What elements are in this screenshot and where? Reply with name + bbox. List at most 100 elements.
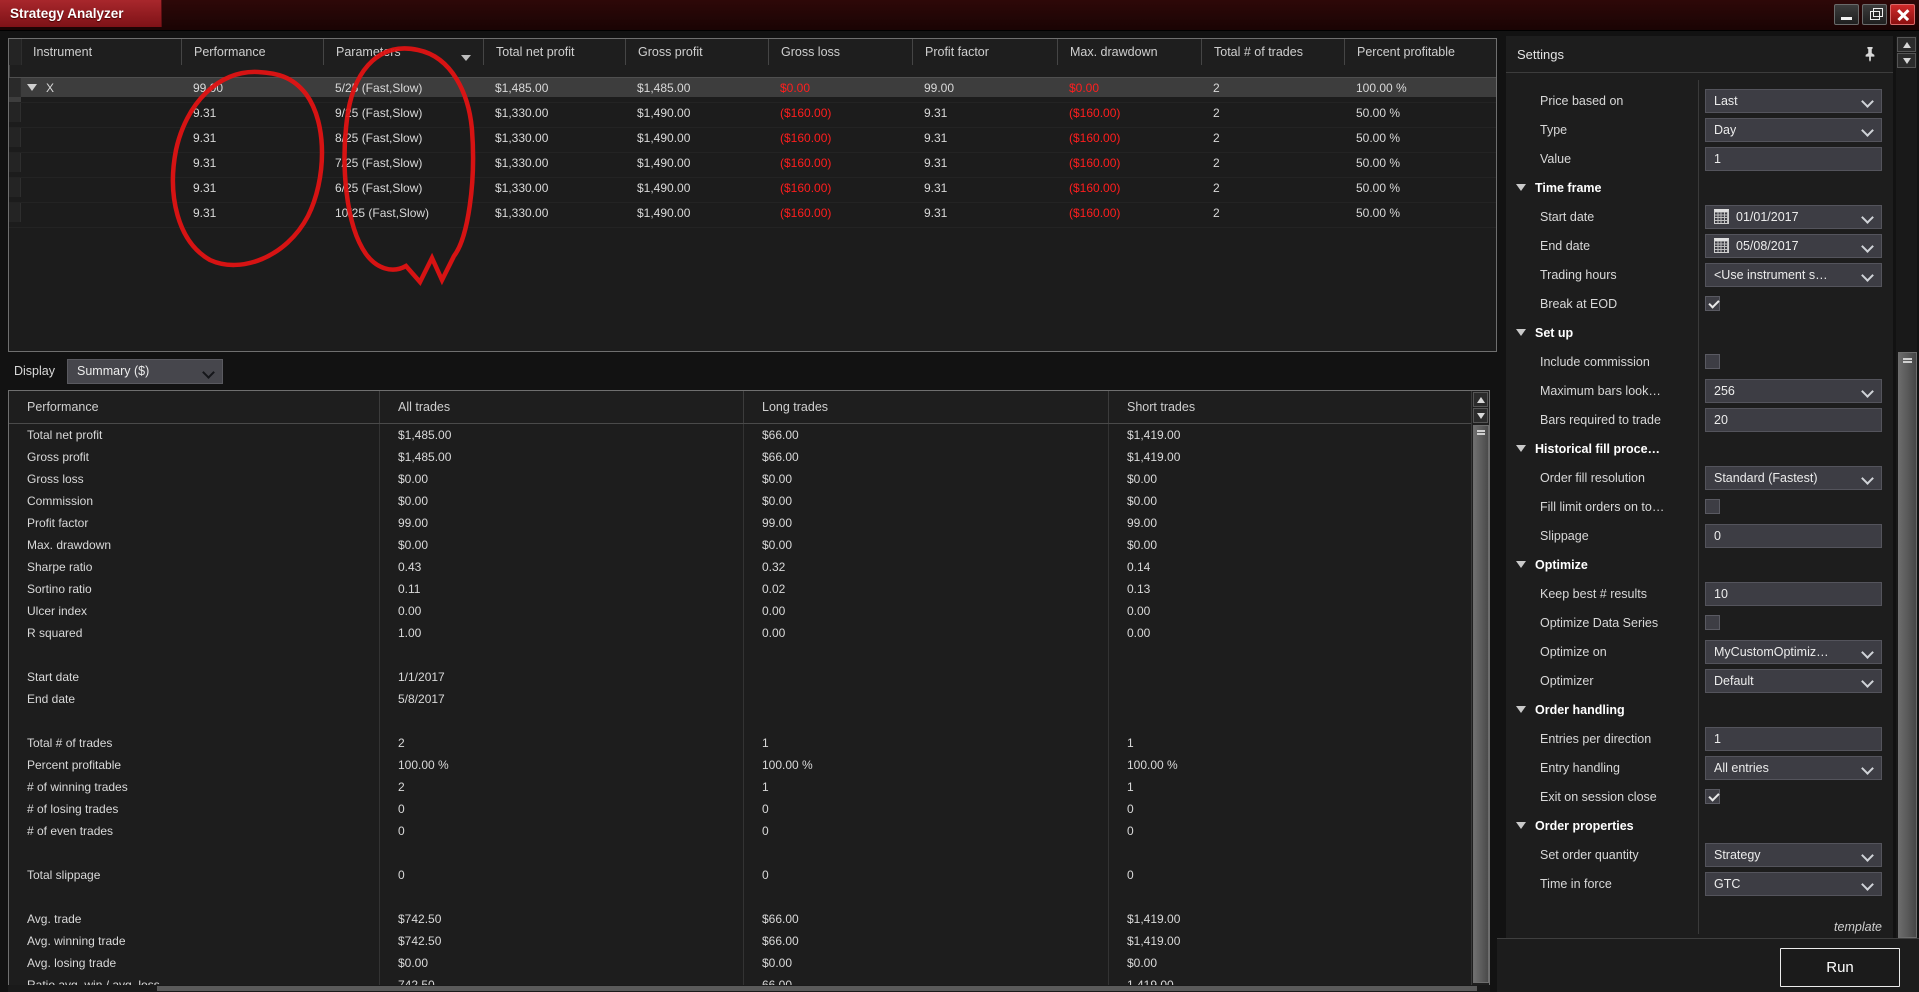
scroll-up-button[interactable]: [1473, 392, 1488, 407]
sort-dropdown-icon[interactable]: [461, 55, 471, 61]
settings-select[interactable]: 256: [1705, 378, 1882, 403]
summary-grid-row[interactable]: End date 5/8/2017: [9, 688, 1489, 710]
results-grid-row[interactable]: 9.31 9/25 (Fast,Slow) $1,330.00 $1,490.0…: [9, 103, 1496, 128]
summary-grid-row[interactable]: Sharpe ratio 0.43 0.32 0.14: [9, 556, 1489, 578]
settings-input[interactable]: 1: [1705, 146, 1882, 171]
summary-grid-row[interactable]: Profit factor 99.00 99.00 99.00: [9, 512, 1489, 534]
column-header-instrument[interactable]: Instrument: [21, 39, 181, 65]
category-collapse-icon[interactable]: [1516, 822, 1526, 829]
summary-grid-row[interactable]: # of winning trades 2 1 1: [9, 776, 1489, 798]
column-header-parameters[interactable]: Parameters: [323, 39, 483, 65]
display-select[interactable]: Summary ($): [67, 358, 223, 384]
summary-scrollbar[interactable]: [1471, 391, 1489, 985]
results-grid-row[interactable]: 9.31 6/25 (Fast,Slow) $1,330.00 $1,490.0…: [9, 178, 1496, 203]
summary-grid-row[interactable]: Ulcer index 0.00 0.00 0.00: [9, 600, 1489, 622]
summary-grid-row[interactable]: Avg. losing trade $0.00 $0.00 $0.00: [9, 952, 1489, 974]
settings-select[interactable]: <Use instrument s…: [1705, 262, 1882, 287]
summary-grid-row[interactable]: [9, 644, 1489, 666]
settings-scrollbar-thumb[interactable]: [1898, 352, 1917, 938]
settings-select[interactable]: Last: [1705, 88, 1882, 113]
summary-grid-row[interactable]: Total # of trades 2 1 1: [9, 732, 1489, 754]
settings-label: Value: [1540, 151, 1572, 166]
summary-header-all-trades[interactable]: All trades: [379, 391, 743, 423]
minimize-button[interactable]: [1834, 4, 1859, 25]
settings-checkbox[interactable]: [1705, 296, 1720, 311]
column-header-gross-loss[interactable]: Gross loss: [768, 39, 912, 65]
window-tab[interactable]: Strategy Analyzer: [0, 0, 162, 27]
settings-input[interactable]: 10: [1705, 581, 1882, 606]
settings-checkbox[interactable]: [1705, 354, 1720, 369]
settings-checkbox[interactable]: [1705, 789, 1720, 804]
settings-select[interactable]: Day: [1705, 117, 1882, 142]
settings-input[interactable]: 0: [1705, 523, 1882, 548]
summary-header-performance[interactable]: Performance: [9, 391, 379, 423]
summary-grid-row[interactable]: Commission $0.00 $0.00 $0.00: [9, 490, 1489, 512]
close-button[interactable]: [1890, 4, 1915, 25]
column-header-performance[interactable]: Performance: [181, 39, 323, 65]
scrollbar-thumb[interactable]: [1473, 425, 1489, 983]
settings-input[interactable]: 1: [1705, 726, 1882, 751]
settings-date-picker[interactable]: 01/01/2017: [1705, 204, 1882, 229]
summary-grid-row[interactable]: Total slippage 0 0 0: [9, 864, 1489, 886]
results-grid-row[interactable]: 9.31 8/25 (Fast,Slow) $1,330.00 $1,490.0…: [9, 128, 1496, 153]
column-header-profit-factor[interactable]: Profit factor: [912, 39, 1057, 65]
summary-grid-row[interactable]: [9, 710, 1489, 732]
settings-select[interactable]: Default: [1705, 668, 1882, 693]
summary-grid-row[interactable]: Sortino ratio 0.11 0.02 0.13: [9, 578, 1489, 600]
settings-select[interactable]: All entries: [1705, 755, 1882, 780]
summary-grid-row[interactable]: Start date 1/1/2017: [9, 666, 1489, 688]
summary-grid-row[interactable]: Total net profit $1,485.00 $66.00 $1,419…: [9, 424, 1489, 446]
summary-grid-header: Performance All trades Long trades Short…: [9, 391, 1489, 424]
summary-grid-row[interactable]: Gross profit $1,485.00 $66.00 $1,419.00: [9, 446, 1489, 468]
category-collapse-icon[interactable]: [1516, 184, 1526, 191]
column-header-max-drawdown[interactable]: Max. drawdown: [1057, 39, 1201, 65]
hscrollbar-thumb[interactable]: [157, 986, 1477, 991]
row-expander-icon[interactable]: [27, 84, 37, 91]
summary-grid-row[interactable]: R squared 1.00 0.00 0.00: [9, 622, 1489, 644]
summary-grid-row[interactable]: [9, 886, 1489, 908]
results-grid-row[interactable]: 9.31 7/25 (Fast,Slow) $1,330.00 $1,490.0…: [9, 153, 1496, 178]
column-header-gross-profit[interactable]: Gross profit: [625, 39, 768, 65]
settings-select[interactable]: GTC: [1705, 871, 1882, 896]
restore-button[interactable]: [1862, 4, 1887, 25]
results-grid-row[interactable]: 9.31 10/25 (Fast,Slow) $1,330.00 $1,490.…: [9, 203, 1496, 228]
settings-select[interactable]: Strategy: [1705, 842, 1882, 867]
settings-row: Time in force GTC: [1506, 869, 1893, 898]
category-collapse-icon[interactable]: [1516, 561, 1526, 568]
arrow-down-icon: [1476, 412, 1485, 419]
settings-scroll-down-button[interactable]: [1897, 53, 1916, 68]
settings-label: Order fill resolution: [1540, 470, 1645, 485]
summary-grid-row[interactable]: # of even trades 0 0 0: [9, 820, 1489, 842]
settings-date-picker[interactable]: 05/08/2017: [1705, 233, 1882, 258]
category-collapse-icon[interactable]: [1516, 706, 1526, 713]
pin-icon[interactable]: [1863, 45, 1877, 63]
settings-row: Maximum bars look… 256: [1506, 376, 1893, 405]
category-collapse-icon[interactable]: [1516, 329, 1526, 336]
summary-grid-row[interactable]: Gross loss $0.00 $0.00 $0.00: [9, 468, 1489, 490]
summary-grid-row[interactable]: Avg. trade $742.50 $66.00 $1,419.00: [9, 908, 1489, 930]
settings-scroll-up-button[interactable]: [1897, 37, 1916, 52]
column-header-percent-profitable[interactable]: Percent profitable: [1344, 39, 1496, 65]
settings-select[interactable]: MyCustomOptimiz…: [1705, 639, 1882, 664]
scroll-down-button[interactable]: [1473, 408, 1488, 423]
settings-checkbox[interactable]: [1705, 615, 1720, 630]
summary-grid-row[interactable]: Ratio avg. win / avg. loss 742.50 66.00 …: [9, 974, 1489, 985]
summary-grid-row[interactable]: Avg. winning trade $742.50 $66.00 $1,419…: [9, 930, 1489, 952]
template-link[interactable]: template: [1834, 920, 1882, 934]
column-header-total-trades[interactable]: Total # of trades: [1201, 39, 1344, 65]
run-button[interactable]: Run: [1780, 948, 1900, 987]
column-header-total-net-profit[interactable]: Total net profit: [483, 39, 625, 65]
settings-select[interactable]: Standard (Fastest): [1705, 465, 1882, 490]
summary-grid-row[interactable]: # of losing trades 0 0 0: [9, 798, 1489, 820]
summary-header-long-trades[interactable]: Long trades: [743, 391, 1108, 423]
horizontal-scrollbar[interactable]: [8, 985, 1490, 992]
settings-checkbox[interactable]: [1705, 499, 1720, 514]
summary-grid-row[interactable]: Max. drawdown $0.00 $0.00 $0.00: [9, 534, 1489, 556]
summary-grid-row[interactable]: Percent profitable 100.00 % 100.00 % 100…: [9, 754, 1489, 776]
summary-header-short-trades[interactable]: Short trades: [1108, 391, 1473, 423]
summary-grid-row[interactable]: [9, 842, 1489, 864]
settings-input[interactable]: 20: [1705, 407, 1882, 432]
results-grid-row[interactable]: X 99.00 5/25 (Fast,Slow) $1,485.00 $1,48…: [9, 78, 1496, 103]
settings-scrollbar[interactable]: [1896, 36, 1917, 938]
category-collapse-icon[interactable]: [1516, 445, 1526, 452]
